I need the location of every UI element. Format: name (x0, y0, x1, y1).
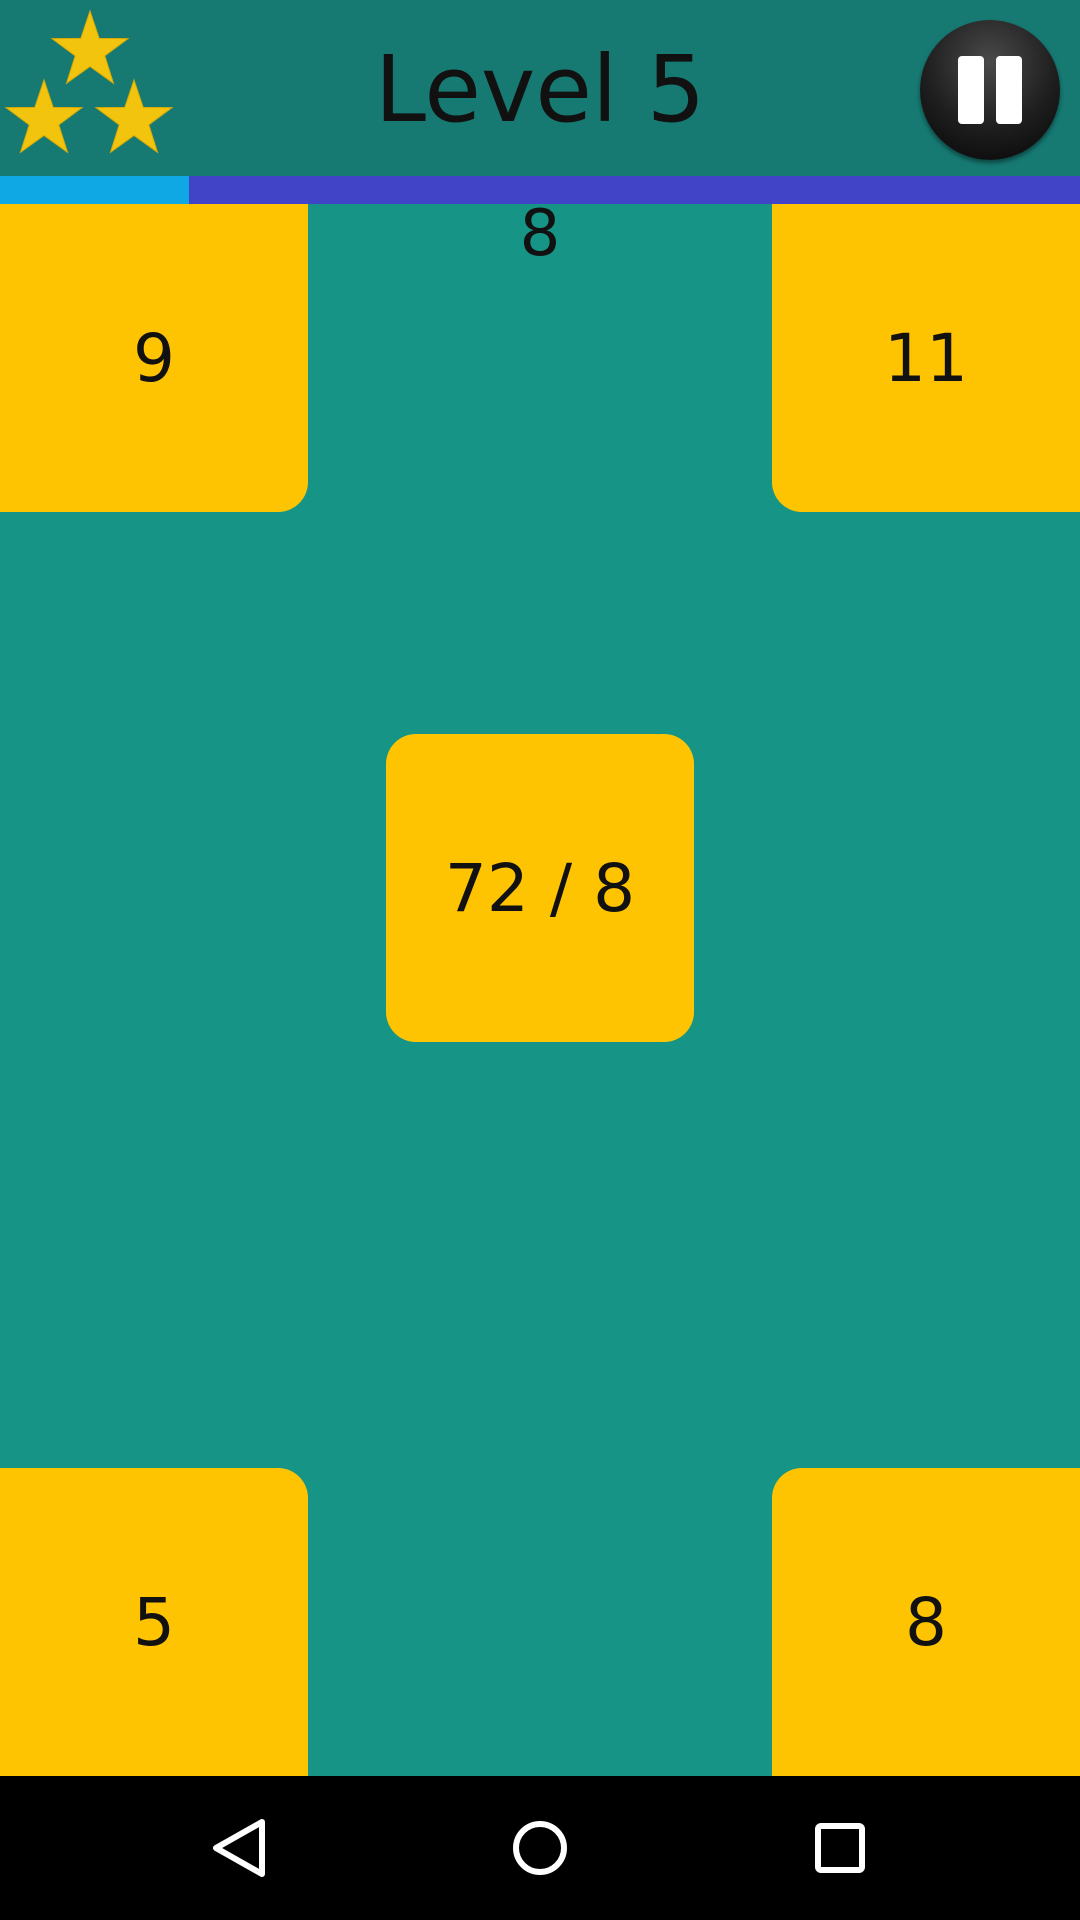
level-progress-fill (0, 176, 189, 204)
back-icon[interactable] (190, 1798, 290, 1898)
home-icon[interactable] (490, 1798, 590, 1898)
target-number: 8 (519, 197, 561, 271)
expression-label: 72 / 8 (444, 849, 636, 927)
answer-tile-top-left[interactable]: 9 (0, 204, 308, 512)
answer-tile-bottom-left[interactable]: 5 (0, 1468, 308, 1776)
answer-tile-label: 5 (133, 1583, 175, 1661)
header-bar: Level 5 (0, 0, 1080, 176)
stars-rating (4, 9, 174, 154)
expression-tile[interactable]: 72 / 8 (386, 734, 694, 1042)
star-icon (4, 78, 84, 154)
answer-tile-bottom-right[interactable]: 8 (772, 1468, 1080, 1776)
star-icon (94, 78, 174, 154)
recents-icon[interactable] (790, 1798, 890, 1898)
answer-tile-label: 8 (905, 1583, 947, 1661)
answer-tile-top-right[interactable]: 11 (772, 204, 1080, 512)
system-nav-bar (0, 1776, 1080, 1920)
answer-tile-label: 11 (884, 319, 968, 397)
star-icon (50, 9, 130, 85)
level-title: Level 5 (374, 36, 706, 143)
answer-tile-label: 9 (133, 319, 175, 397)
pause-button[interactable] (920, 20, 1060, 160)
